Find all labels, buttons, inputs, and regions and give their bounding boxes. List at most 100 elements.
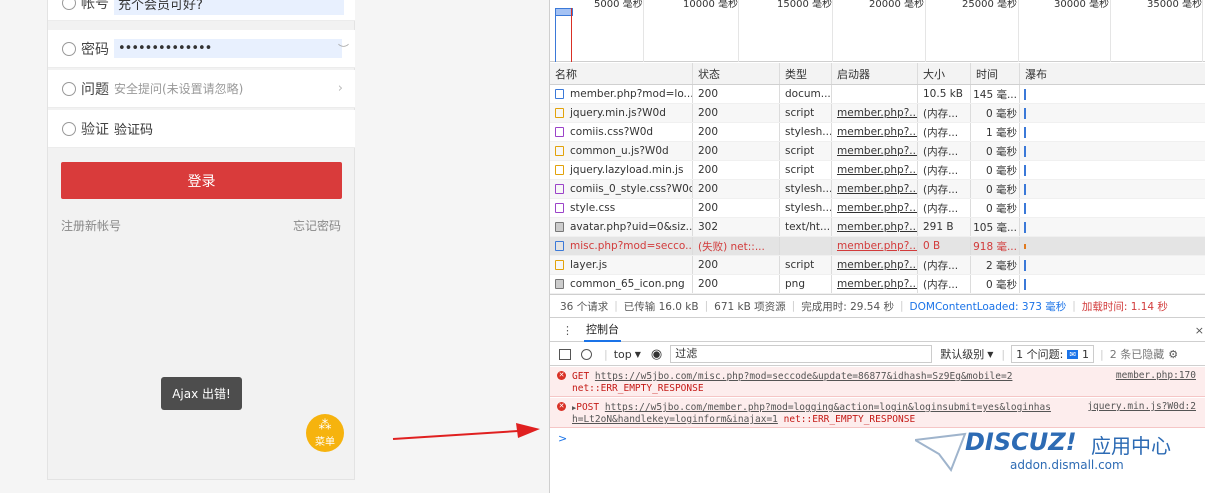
request-initiator-text: member.php?... xyxy=(837,183,918,195)
tick-label: 20000 毫秒 xyxy=(869,0,924,10)
request-name-text: common_u.js?W0d xyxy=(570,145,669,157)
login-button[interactable]: 登录 xyxy=(61,162,342,199)
question-select[interactable]: 安全提问(未设置请忽略) xyxy=(114,80,243,97)
request-initiator[interactable]: member.php?... xyxy=(832,199,918,217)
col-size[interactable]: 大小 xyxy=(918,63,971,84)
username-row: 帐号 充个会员可好? xyxy=(48,0,355,21)
request-initiator[interactable]: member.php?... xyxy=(832,123,918,141)
request-initiator[interactable]: member.php?... xyxy=(832,218,918,236)
img-file-icon xyxy=(555,279,564,289)
request-name-text: jquery.lazyload.min.js xyxy=(570,164,684,176)
network-overview[interactable]: 5000 毫秒 10000 毫秒 15000 毫秒 20000 毫秒 25000… xyxy=(550,0,1205,62)
table-row[interactable]: misc.php?mod=secco... (失败) net::... member… xyxy=(550,237,1205,256)
forgot-password-link[interactable]: 忘记密码 xyxy=(293,217,341,234)
request-url[interactable]: https://w5jbo.com/member.php?mod=logging… xyxy=(605,402,1051,413)
table-row[interactable]: layer.js 200 script member.php?... (内存... 2 毫… xyxy=(550,256,1205,275)
request-initiator[interactable]: member.php?... xyxy=(832,275,918,293)
filter-input[interactable]: 过滤 xyxy=(670,345,933,363)
request-initiator[interactable]: member.php?... xyxy=(832,180,918,198)
css-file-icon xyxy=(555,127,564,137)
menu-button[interactable]: ⁂ 菜单 xyxy=(306,414,344,452)
request-initiator[interactable]: member.php?... xyxy=(832,104,918,122)
waterfall-bar xyxy=(1024,260,1026,271)
table-row[interactable]: style.css 200 stylesh... member.php?... (内存.… xyxy=(550,199,1205,218)
source-link[interactable]: member.php:170 xyxy=(1116,370,1196,382)
col-initiator[interactable]: 启动器 xyxy=(832,63,918,84)
request-initiator-text: member.php?... xyxy=(837,126,918,138)
request-name: layer.js xyxy=(550,256,693,274)
request-name: style.css xyxy=(550,199,693,217)
request-initiator[interactable]: member.php?... xyxy=(832,256,918,274)
request-url[interactable]: https://w5jbo.com/misc.php?mod=seccode&u… xyxy=(595,371,1013,382)
request-count: 36 个请求 xyxy=(560,300,609,313)
request-waterfall xyxy=(1020,256,1205,274)
password-input[interactable]: •••••••••••••• xyxy=(114,39,342,58)
request-type: docum... xyxy=(780,85,832,103)
tab-console[interactable]: 控制台 xyxy=(584,319,621,342)
gear-icon[interactable]: ⚙ xyxy=(1168,348,1178,361)
request-type-text: text/ht... xyxy=(785,221,831,233)
request-size-text: 10.5 kB xyxy=(923,88,964,100)
table-row[interactable]: jquery.lazyload.min.js 200 script member.ph… xyxy=(550,161,1205,180)
request-initiator[interactable]: member.php?... xyxy=(832,142,918,160)
register-link[interactable]: 注册新帐号 xyxy=(61,217,121,234)
request-status-text: 302 xyxy=(698,221,719,233)
request-status: 200 xyxy=(693,104,780,122)
request-name: comiis.css?W0d xyxy=(550,123,693,141)
finish-time: 完成用时: 29.54 秒 xyxy=(801,300,894,313)
table-row[interactable]: comiis_0_style.css?W0d 200 stylesh... membe… xyxy=(550,180,1205,199)
request-url-cont[interactable]: h=Lt2oN&handlekey=loginform&inajax=1 xyxy=(572,414,778,425)
request-type: script xyxy=(780,161,832,179)
request-status-text: 200 xyxy=(698,107,719,119)
request-type xyxy=(780,237,832,255)
discuz-watermark: DISCUZ! 应用中心 addon.dismall.com xyxy=(915,428,1205,493)
eye-hidden-icon[interactable]: ︶ xyxy=(338,41,349,57)
col-waterfall[interactable]: 瀑布 xyxy=(1020,63,1205,84)
table-row[interactable]: avatar.php?uid=0&siz... 302 text/ht... memb… xyxy=(550,218,1205,237)
waterfall-bar xyxy=(1024,89,1026,100)
js-file-icon xyxy=(555,260,564,270)
request-initiator[interactable]: member.php?... xyxy=(832,161,918,179)
source-link[interactable]: jquery.min.js?W0d:2 xyxy=(1087,401,1196,413)
close-drawer-icon[interactable]: × xyxy=(1195,324,1204,337)
log-level-select[interactable]: 默认级别 xyxy=(940,346,984,362)
transferred: 已传输 16.0 kB xyxy=(623,300,699,313)
user-icon xyxy=(62,0,76,10)
col-type[interactable]: 类型 xyxy=(780,63,832,84)
clear-console-icon[interactable] xyxy=(581,348,592,360)
dom-value: 373 毫秒 xyxy=(1021,300,1067,313)
eye-icon[interactable]: ◉ xyxy=(651,347,662,362)
request-time-text: 0 毫秒 xyxy=(985,107,1017,120)
request-name-text: misc.php?mod=secco... xyxy=(570,240,693,252)
request-initiator-text: member.php?... xyxy=(837,164,918,176)
table-row[interactable]: jquery.min.js?W0d 200 script member.php?...… xyxy=(550,104,1205,123)
request-initiator[interactable]: member.php?... xyxy=(832,237,918,255)
col-status[interactable]: 状态 xyxy=(693,63,780,84)
request-status-text: 200 xyxy=(698,145,719,157)
request-size: (内存... xyxy=(918,256,971,274)
request-time: 145 毫... xyxy=(971,85,1020,103)
context-select[interactable]: top xyxy=(614,348,632,361)
waterfall-bar xyxy=(1024,127,1026,138)
shield-icon xyxy=(62,121,76,136)
table-row[interactable]: member.php?mod=lo... 200 docum... 10.5 kB 14… xyxy=(550,85,1205,104)
table-row[interactable]: common_u.js?W0d 200 script member.php?... (内… xyxy=(550,142,1205,161)
sidebar-toggle-icon[interactable] xyxy=(559,348,571,360)
col-name[interactable]: 名称 xyxy=(550,63,693,84)
col-time[interactable]: 时间 xyxy=(971,63,1020,84)
table-row[interactable]: common_65_icon.png 200 png member.php?... (内… xyxy=(550,275,1205,294)
kebab-menu-icon[interactable]: ⋮ xyxy=(562,324,573,337)
request-size-text: (内存... xyxy=(923,183,959,196)
username-input[interactable]: 充个会员可好? xyxy=(114,0,344,15)
verify-input[interactable]: 验证码 xyxy=(114,119,153,138)
request-initiator[interactable] xyxy=(832,85,918,103)
table-row[interactable]: comiis.css?W0d 200 stylesh... member.php?..… xyxy=(550,123,1205,142)
request-time-text: 1 毫秒 xyxy=(985,126,1017,139)
console-prompt[interactable]: > xyxy=(558,432,567,445)
request-type: png xyxy=(780,275,832,293)
message-icon: ✉ xyxy=(1067,349,1079,359)
issues-button[interactable]: 1 个问题: ✉ 1 xyxy=(1011,345,1095,363)
request-initiator-text: member.php?... xyxy=(837,278,918,290)
request-size: (内存... xyxy=(918,180,971,198)
grid-divider xyxy=(832,0,833,62)
